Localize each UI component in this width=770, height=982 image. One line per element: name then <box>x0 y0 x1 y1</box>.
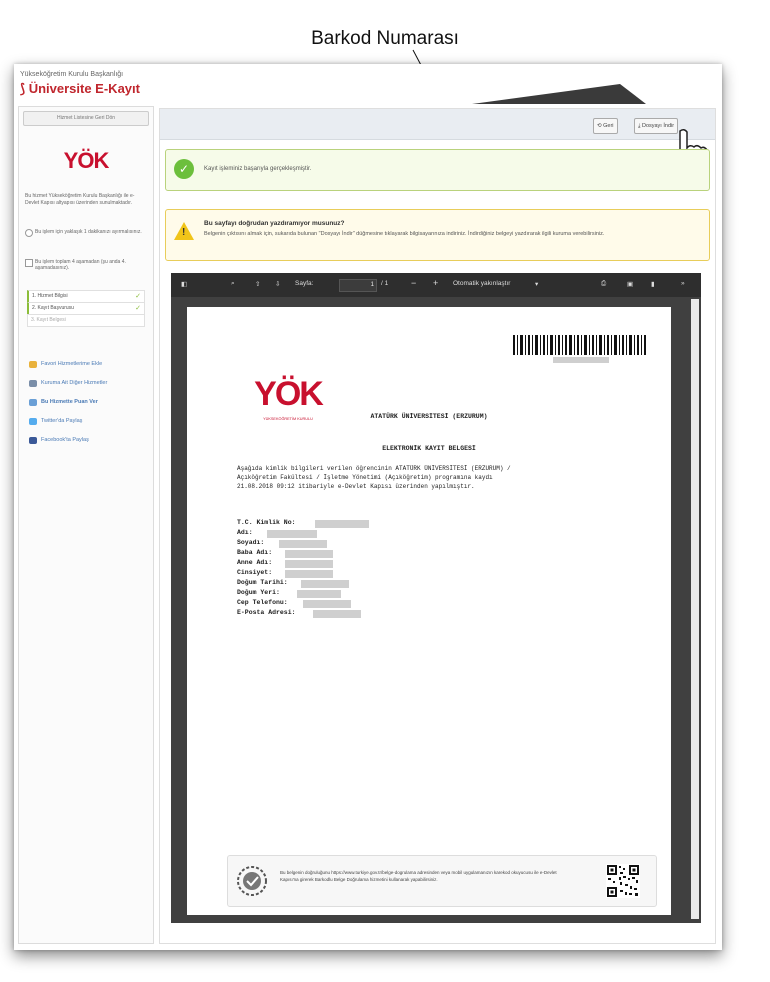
viewer-scrollbar[interactable] <box>691 299 699 919</box>
back-to-services-button[interactable]: Hizmet Listesine Geri Dön <box>23 111 149 126</box>
field-soyadi: Soyadı: <box>237 539 265 546</box>
sidebar: Hizmet Listesine Geri Dön YÖK Bu hizmet … <box>18 106 154 944</box>
list-icon <box>29 380 37 387</box>
sidebar-link-facebook[interactable]: Facebook'ta Paylaş <box>29 431 151 450</box>
redacted-value <box>285 570 333 578</box>
redacted-value <box>297 590 341 598</box>
duration-info[interactable]: Bu işlem için yaklaşık 1 dakikanızı ayır… <box>25 229 147 237</box>
page-number-input[interactable]: 1 <box>339 279 377 292</box>
warning-icon: ! <box>174 222 194 240</box>
facebook-icon <box>29 437 37 444</box>
chevron-down-icon[interactable]: ▾ <box>535 280 538 288</box>
next-page-icon[interactable]: ⇩ <box>275 280 280 288</box>
sidebar-link-other-services[interactable]: Kuruma Ait Diğer Hizmetler <box>29 374 151 393</box>
sidebar-link-favorite[interactable]: Favori Hizmetlerime Ekle <box>29 355 151 374</box>
pdf-toolbar: ◧ ⌕ ⇧ ⇩ Sayfa: 1 / 1 − + Otomatik yakınl… <box>171 273 701 297</box>
save-icon[interactable]: ▣ <box>627 280 633 288</box>
svg-text:YÖK: YÖK <box>64 148 109 173</box>
step-hizmet-bilgisi: 1. Hizmet Bilgisi ✓ <box>27 290 145 302</box>
redacted-value <box>313 610 361 618</box>
progress-steps: 1. Hizmet Bilgisi ✓ 2. Kayıt Başvurusu ✓ 3… <box>27 290 145 327</box>
twitter-icon <box>29 418 37 425</box>
zoom-select[interactable]: Otomatik yakınlaştır <box>453 280 510 287</box>
previous-page-icon[interactable]: ⇧ <box>255 280 260 288</box>
print-icon[interactable]: ⎙ <box>601 280 606 288</box>
svg-text:YÖK: YÖK <box>254 375 324 413</box>
sidebar-link-rate[interactable]: Bu Hizmette Puan Ver <box>29 393 151 412</box>
zoom-out-icon[interactable]: − <box>411 278 416 288</box>
field-tc-kimlik: T.C. Kimlik No: <box>237 519 296 526</box>
barcode <box>513 335 646 363</box>
page-total: / 1 <box>381 280 389 287</box>
redacted-value <box>279 540 327 548</box>
step-kayit-basvurusu: 2. Kayıt Başvurusu ✓ <box>27 302 145 314</box>
pdf-viewer: ◧ ⌕ ⇧ ⇩ Sayfa: 1 / 1 − + Otomatik yakınl… <box>171 273 701 923</box>
document-title: ELEKTRONİK KAYIT BELGESİ <box>382 445 476 452</box>
print-warning-alert: ! Bu sayfayı doğrudan yazdıramıyor musun… <box>165 209 710 261</box>
main-content: ⟲ Geri ⤓ Dosyayı İndir ✓ Kayıt işleminiz… <box>159 108 716 944</box>
verification-seal-icon <box>237 866 267 896</box>
brand-org: Yükseköğretim Kurulu Başkanlığı <box>20 71 124 78</box>
verification-footer: Bu belgenin doğruluğunu https://www.turk… <box>227 855 657 907</box>
field-cep-telefonu: Cep Telefonu: <box>237 599 288 606</box>
sidebar-link-twitter[interactable]: Twitter'da Paylaş <box>29 412 151 431</box>
brand-title[interactable]: ⟆ Üniversite E-Kayıt <box>20 81 140 97</box>
back-button[interactable]: ⟲ Geri <box>593 118 618 134</box>
page-label: Sayfa: <box>295 280 314 287</box>
action-toolbar: ⟲ Geri ⤓ Dosyayı İndir <box>160 109 715 177</box>
check-icon: ✓ <box>135 293 141 300</box>
field-dogum-yeri: Doğum Yeri: <box>237 589 280 596</box>
warning-title: Bu sayfayı doğrudan yazdıramıyor musunuz… <box>204 220 345 227</box>
tools-icon[interactable]: » <box>681 280 685 287</box>
yok-logo: YÖK <box>63 147 111 178</box>
zoom-in-icon[interactable]: + <box>433 278 438 288</box>
brand-swoosh-icon: ⟆ <box>20 81 26 96</box>
field-e-posta: E-Posta Adresi: <box>237 609 296 616</box>
field-baba-adi: Baba Adı: <box>237 549 273 556</box>
field-anne-adi: Anne Adı: <box>237 559 273 566</box>
verification-text: Bu belgenin doğruluğunu https://www.turk… <box>280 870 557 882</box>
bookmark-icon[interactable]: ▮ <box>651 280 655 288</box>
checkbox-icon <box>25 259 33 267</box>
star-icon <box>29 361 37 368</box>
redacted-value <box>285 560 333 568</box>
rate-icon <box>29 399 37 406</box>
radio-icon <box>25 229 33 237</box>
document-body-line-1: Aşağıda kimlik bilgileri verilen öğrenci… <box>237 465 511 472</box>
sidebar-links: Favori Hizmetlerime Ekle Kuruma Ait Diğe… <box>29 355 151 450</box>
screenshot-frame: Yükseköğretim Kurulu Başkanlığı ⟆ Üniver… <box>14 64 722 950</box>
success-alert: ✓ Kayıt işleminiz başarıyla gerçekleşmiş… <box>165 149 710 191</box>
redacted-value <box>303 600 351 608</box>
download-icon: ⤓ <box>638 123 641 129</box>
field-cinsiyet: Cinsiyet: <box>237 569 273 576</box>
document-university: ATATÜRK ÜNİVERSİTESİ (ERZURUM) <box>370 413 488 420</box>
redacted-value <box>267 530 317 538</box>
field-adi: Adı: <box>237 529 253 536</box>
search-icon[interactable]: ⌕ <box>231 280 235 288</box>
dark-overlay-shape <box>472 84 646 104</box>
success-check-icon: ✓ <box>174 159 194 179</box>
check-icon: ✓ <box>135 305 141 312</box>
sidebar-toggle-icon[interactable]: ◧ <box>181 280 187 288</box>
stage-info[interactable]: Bu işlem toplam 4 aşamadan (şu anda 4. a… <box>25 259 147 271</box>
redacted-value <box>301 580 349 588</box>
qr-code <box>606 864 640 898</box>
success-message: Kayıt işleminiz başarıyla gerçekleşmişti… <box>204 166 312 172</box>
redacted-value <box>285 550 333 558</box>
back-arrow-icon: ⟲ <box>597 123 602 129</box>
field-dogum-tarihi: Doğum Tarihi: <box>237 579 288 586</box>
step-kayit-belgesi: 3. Kayıt Belgesi <box>27 314 145 327</box>
pdf-page: YÖK YÜKSEKÖĞRETİM KURULU ATATÜRK ÜNİVERS… <box>187 307 671 915</box>
redacted-value <box>315 520 369 528</box>
service-info-text: Bu hizmet Yükseköğretim Kurulu Başkanlığ… <box>25 193 135 206</box>
document-body-line-3: 21.08.2018 09:12 itibariyle e-Devlet Kap… <box>237 483 475 490</box>
document-body-line-2: Açıköğretim Fakültesi / İşletme Yönetimi… <box>237 474 493 481</box>
warning-body: Belgenin çıktısını almak için, sukarıda … <box>204 231 605 237</box>
